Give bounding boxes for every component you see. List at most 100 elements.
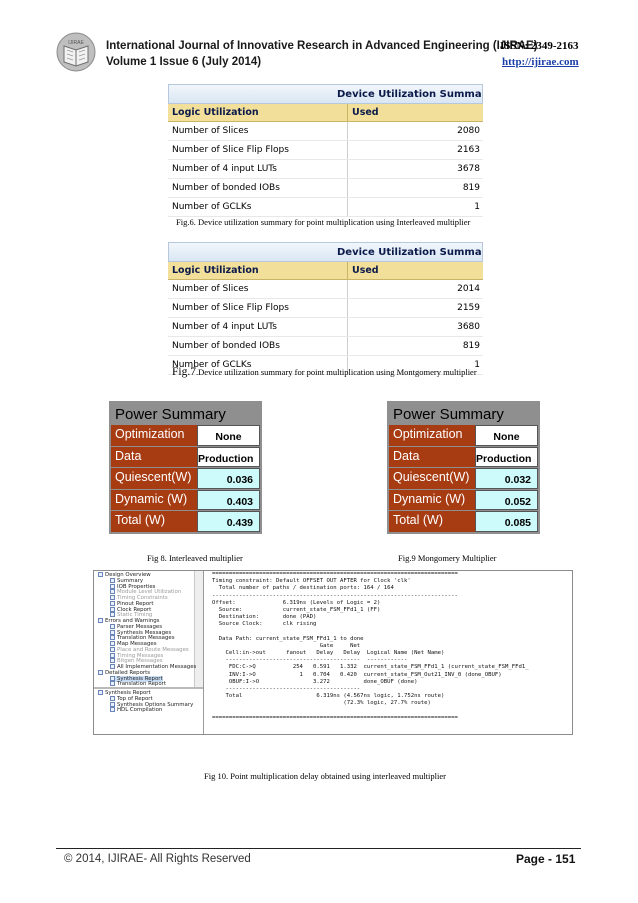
fig8-caption: Fig 8. Interleaved multiplier: [147, 553, 243, 563]
report-icon: [110, 577, 115, 583]
folder-icon: [98, 618, 103, 623]
power-row-value: 0.032: [475, 468, 538, 489]
report-line: ----------------------------------------…: [212, 592, 458, 599]
folder-icon: [98, 572, 103, 577]
fig10-caption: Fig 10. Point multiplication delay obtai…: [204, 771, 446, 781]
table-row: Number of bonded IOBs 819: [168, 337, 483, 356]
power-row: Optimization None: [111, 425, 260, 446]
page-number: Page - 151: [516, 852, 576, 866]
table-header: Logic Utilization Used: [168, 104, 483, 122]
report-line: OBUF:I->O 3.272 done_OBUF (done): [212, 678, 418, 685]
power-summary-title: Power Summary: [115, 406, 226, 423]
power-row-label: Total (W): [111, 511, 197, 532]
folder-icon: [98, 690, 103, 695]
report-icon: [110, 652, 115, 658]
report-line: Offset: 6.319ns (Levels of Logic = 2): [212, 599, 381, 606]
row-value: 3678: [457, 164, 480, 174]
report-icon: [110, 664, 115, 669]
power-row-label: Quiescent(W): [111, 468, 197, 489]
report-icon: [110, 595, 115, 600]
report-line: ----------------------------------------…: [212, 657, 408, 664]
tree-item[interactable]: HDL Compilation: [110, 707, 162, 713]
report-icon: [110, 589, 115, 595]
table-row: Number of Slice Flip Flops 2159: [168, 299, 483, 318]
device-utilization-table-fig6: Device Utilization Summary (est Logic Ut…: [168, 84, 483, 217]
table-row: Number of 4 input LUTs 3678: [168, 160, 483, 179]
report-icon: [110, 695, 115, 701]
report-icon: [110, 707, 115, 713]
row-label: Number of 4 input LUTs: [168, 160, 348, 178]
table-row: Number of bonded IOBs 819: [168, 179, 483, 198]
report-icon: [110, 629, 115, 635]
report-line: ========================================…: [212, 571, 458, 577]
report-line: [212, 708, 570, 715]
row-value: 2163: [457, 145, 480, 155]
report-icon: [110, 681, 115, 687]
table-title: Device Utilization Summary (est: [168, 242, 483, 262]
folder-icon: [98, 669, 103, 675]
report-line: INV:I->O 1 0.704 0.420 current_state_FSM…: [212, 671, 502, 678]
report-line: Total number of paths / destination port…: [212, 585, 394, 592]
row-label: Number of bonded IOBs: [168, 179, 348, 197]
row-label: Number of Slices: [168, 122, 348, 140]
report-line: FDC:C->Q 254 0.591 1.332 current_state_F…: [212, 664, 529, 671]
table-row: Number of Slice Flip Flops 2163: [168, 141, 483, 160]
report-icon: [110, 658, 115, 664]
power-row-label: Dynamic (W): [111, 489, 197, 510]
row-value: 2014: [457, 284, 480, 294]
power-row-label: Total (W): [389, 511, 475, 532]
device-utilization-table-fig7: Device Utilization Summary (est Logic Ut…: [168, 242, 483, 375]
timing-report-text: ========================================…: [212, 571, 570, 734]
report-icon: [110, 600, 115, 606]
report-icon: [110, 623, 115, 629]
row-value: 2159: [457, 303, 480, 313]
journal-title: International Journal of Innovative Rese…: [106, 40, 538, 52]
volume-issue: Volume 1 Issue 6 (July 2014): [106, 56, 262, 68]
row-value: 3680: [457, 322, 480, 332]
power-row: Quiescent(W) 0.032: [389, 468, 538, 489]
col-used: Used: [352, 107, 379, 118]
design-summary-tree: Design Overview Summary IOB Properties Modu…: [94, 571, 204, 734]
report-line: Cell:in->out fanout Delay Delay Logical …: [212, 650, 445, 657]
power-row-label: Data: [389, 446, 475, 467]
power-row-value: 0.036: [197, 468, 260, 489]
report-icon: [110, 583, 115, 589]
fig7-caption-text: .Device utilization summary for point mu…: [195, 367, 477, 377]
power-summary-montgomery: Power Summary Optimization None Data Produ…: [387, 401, 540, 534]
power-row-value: None: [475, 425, 538, 446]
report-line: ----------------------------------------: [212, 686, 361, 692]
table-header: Logic Utilization Used: [168, 262, 483, 280]
report-line: Source Clock: clk rising: [212, 621, 317, 628]
table-title: Device Utilization Summary (est: [168, 84, 483, 104]
col-logic-utilization: Logic Utilization: [168, 262, 348, 279]
report-line: Data Path: current_state_FSM_FFd1_1 to d…: [212, 635, 364, 642]
col-logic-utilization: Logic Utilization: [168, 104, 348, 121]
power-row-value: 0.052: [475, 489, 538, 510]
power-summary-interleaved: Power Summary Optimization None Data Produ…: [109, 401, 262, 534]
row-label: Number of 4 input LUTs: [168, 318, 348, 336]
tree-divider: [94, 687, 203, 689]
power-row-value: 0.439: [197, 511, 260, 532]
table-row: Number of 4 input LUTs 3680: [168, 318, 483, 337]
copyright: © 2014, IJIRAE- All Rights Reserved: [64, 853, 251, 865]
report-icon: [110, 646, 115, 652]
report-line: Timing constraint: Default OFFSET OUT AF…: [212, 578, 411, 585]
row-label: Number of GCLKs: [168, 198, 348, 216]
power-row: Dynamic (W) 0.403: [111, 489, 260, 510]
report-line: Gate Net: [212, 642, 361, 649]
power-row: Quiescent(W) 0.036: [111, 468, 260, 489]
delay-report-screenshot: Design Overview Summary IOB Properties Modu…: [93, 570, 573, 735]
report-icon: [110, 641, 115, 646]
fig9-caption: Fig.9 Mongomery Multiplier: [398, 553, 497, 563]
tree-item[interactable]: Translation Report: [110, 681, 166, 687]
table-row: Number of Slices 2014: [168, 280, 483, 299]
report-line: Destination: done (PAD): [212, 614, 317, 621]
row-label: Number of Slice Flip Flops: [168, 299, 348, 317]
report-line: [212, 629, 570, 636]
report-line: Source: current_state_FSM_FFd1_1 (FF): [212, 606, 381, 613]
svg-text:IJIRAE: IJIRAE: [68, 40, 84, 46]
journal-link[interactable]: http://ijirae.com: [502, 56, 579, 68]
row-value: 1: [474, 202, 480, 212]
power-row: Optimization None: [389, 425, 538, 446]
report-icon: [110, 612, 115, 618]
